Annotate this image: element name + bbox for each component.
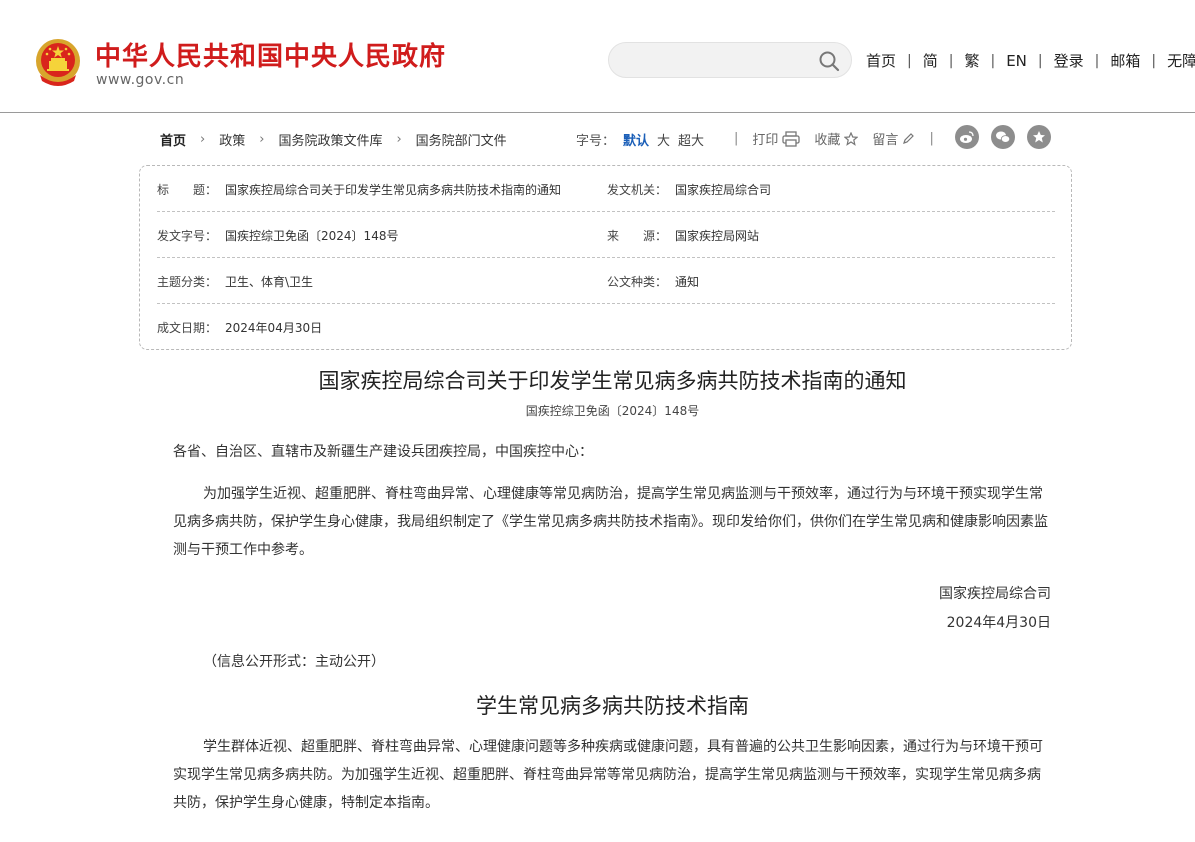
share-buttons <box>955 125 1063 149</box>
info-row: 成文日期： 2024年04月30日 <box>157 304 1055 350</box>
search-box <box>608 42 852 78</box>
breadcrumb-policy-library[interactable]: 国务院政策文件库 <box>278 130 382 149</box>
print-button[interactable]: 打印 <box>752 129 801 148</box>
article-title: 国家疾控局综合司关于印发学生常见病多病共防技术指南的通知 <box>318 369 907 393</box>
section-body: 学生群体近视、超重肥胖、脊柱弯曲异常、心理健康问题等多种疾病或健康问题，具有普遍… <box>173 739 1043 811</box>
weibo-share-button[interactable] <box>955 125 979 149</box>
site-title[interactable]: 中华人民共和国中央人民政府 <box>95 36 446 73</box>
print-label: 打印 <box>752 133 779 148</box>
pencil-icon <box>903 133 915 144</box>
info-row: 主题分类： 卫生、体育\卫生 公文种类： 通知 <box>157 258 1055 304</box>
divider: | <box>929 131 934 146</box>
disclosure-note: （信息公开形式：主动公开） <box>203 654 385 670</box>
article-actions: | 打印 收藏 留言 | <box>720 129 948 148</box>
nav-english[interactable]: EN <box>1006 52 1027 70</box>
favorite-label: 收藏 <box>814 133 841 148</box>
wechat-icon <box>996 131 1011 143</box>
document-info-box: 标 题： 国家疾控局综合司关于印发学生常见病多病共防技术指南的通知 发文机关： 国家… <box>139 165 1072 350</box>
favorite-button[interactable]: 收藏 <box>814 129 859 148</box>
chevron-right-icon: › <box>396 132 402 147</box>
nav-separator: | <box>990 52 996 69</box>
comment-label: 留言 <box>872 133 899 148</box>
nav-login[interactable]: 登录 <box>1054 50 1084 71</box>
section-title: 学生常见病多病共防技术指南 <box>476 694 749 718</box>
font-size-label: 字号： <box>576 134 616 149</box>
nav-accessibility[interactable]: 无障碍 <box>1167 50 1195 71</box>
divider: | <box>734 131 739 146</box>
breadcrumb-home[interactable]: 首页 <box>160 130 186 149</box>
info-title: 标 题： 国家疾控局综合司关于印发学生常见病多病共防技术指南的通知 <box>157 183 562 197</box>
font-size-control: 字号： 默认 大 超大 <box>576 130 704 149</box>
article-doc-number: 国疾控综卫免函〔2024〕148号 <box>525 404 700 418</box>
chevron-right-icon: › <box>259 132 265 147</box>
font-size-xlarge[interactable]: 超大 <box>678 130 704 149</box>
breadcrumb: 首页 › 政策 › 国务院政策文件库 › 国务院部门文件 <box>160 130 507 149</box>
article-toolbar: 首页 › 政策 › 国务院政策文件库 › 国务院部门文件 字号： 默认 大 超大… <box>0 125 1195 153</box>
site-header: 中华人民共和国中央人民政府 www.gov.cn 首页 | 简 | 繁 | EN… <box>0 0 1195 113</box>
info-row: 标 题： 国家疾控局综合司关于印发学生常见病多病共防技术指南的通知 发文机关： 国家… <box>157 166 1055 212</box>
nav-separator: | <box>907 52 912 69</box>
nav-traditional[interactable]: 繁 <box>964 50 979 71</box>
article-body: 为加强学生近视、超重肥胖、脊柱弯曲异常、心理健康等常见病防治，提高学生常见病监测… <box>173 486 1048 558</box>
search-icon[interactable] <box>818 50 840 72</box>
nav-simplified[interactable]: 简 <box>923 50 938 71</box>
font-size-large[interactable]: 大 <box>657 130 670 149</box>
search-input[interactable] <box>623 43 813 77</box>
info-source: 来 源： 国家疾控局网站 <box>607 229 760 243</box>
breadcrumb-policy[interactable]: 政策 <box>219 130 245 149</box>
weibo-icon <box>960 131 974 143</box>
article-signer: 国家疾控局综合司 <box>939 586 1051 602</box>
comment-button[interactable]: 留言 <box>872 129 915 148</box>
article-salutation: 各省、自治区、直辖市及新疆生产建设兵团疾控局，中国疾控中心： <box>173 444 593 460</box>
nav-separator: | <box>1094 52 1100 69</box>
info-row: 发文字号： 国疾控综卫免函〔2024〕148号 来 源： 国家疾控局网站 <box>157 212 1055 258</box>
site-url: www.gov.cn <box>96 72 185 88</box>
star-icon <box>844 131 859 146</box>
nav-mail[interactable]: 邮箱 <box>1110 50 1140 71</box>
national-emblem-icon[interactable] <box>34 37 82 87</box>
qzone-share-button[interactable] <box>1027 125 1051 149</box>
info-date: 成文日期： 2024年04月30日 <box>157 321 323 335</box>
nav-separator: | <box>948 52 954 69</box>
wechat-share-button[interactable] <box>991 125 1015 149</box>
font-size-default[interactable]: 默认 <box>623 130 649 149</box>
chevron-right-icon: › <box>200 132 206 147</box>
article-sign-date: 2024年4月30日 <box>946 615 1051 631</box>
nav-separator: | <box>1151 52 1157 69</box>
info-doc-type: 公文种类： 通知 <box>607 275 700 289</box>
info-doc-number: 发文字号： 国疾控综卫免函〔2024〕148号 <box>157 229 399 243</box>
info-issuer: 发文机关： 国家疾控局综合司 <box>607 183 772 197</box>
info-topic: 主题分类： 卫生、体育\卫生 <box>157 275 314 289</box>
breadcrumb-department-docs[interactable]: 国务院部门文件 <box>416 130 507 149</box>
nav-separator: | <box>1037 52 1043 69</box>
nav-home[interactable]: 首页 <box>866 50 896 71</box>
printer-icon <box>782 130 801 147</box>
star-share-icon <box>1033 131 1045 143</box>
top-nav: 首页 | 简 | 繁 | EN | 登录 | 邮箱 | 无障碍 <box>866 50 1195 71</box>
